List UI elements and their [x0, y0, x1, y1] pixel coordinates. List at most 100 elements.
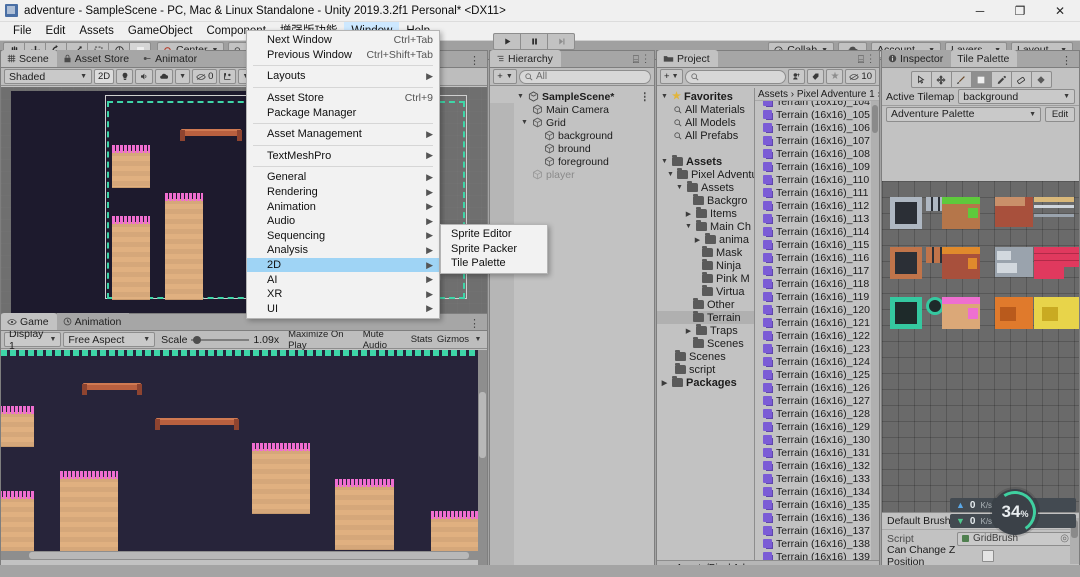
asset-row[interactable]: Terrain (16x16)_136: [755, 511, 871, 524]
hierarchy-row-samplescene[interactable]: ▼ SampleScene* ⋮: [490, 90, 654, 103]
palette-tile[interactable]: [1000, 307, 1016, 321]
project-tree-script[interactable]: script: [657, 363, 754, 376]
menu-item-package-manager[interactable]: Package Manager: [247, 105, 439, 120]
display-dropdown[interactable]: Display 1 ▼: [4, 328, 62, 352]
hierarchy-row-background[interactable]: background: [490, 129, 654, 142]
menu-item-general[interactable]: General ▶: [247, 170, 439, 185]
menu-item-audio[interactable]: Audio ▶: [247, 214, 439, 229]
palette-tile[interactable]: [1034, 247, 1079, 267]
tile-palette-menu-icon[interactable]: ⋮: [1055, 54, 1079, 67]
project-asset-list[interactable]: Assets › Pixel Adventure 1 › As Terrain …: [755, 88, 879, 560]
palette-tile[interactable]: [890, 247, 922, 279]
tab-game[interactable]: Game: [1, 313, 57, 330]
asset-row[interactable]: Terrain (16x16)_117: [755, 264, 871, 277]
asset-row[interactable]: Terrain (16x16)_123: [755, 342, 871, 355]
asset-row[interactable]: Terrain (16x16)_109: [755, 160, 871, 173]
create-asset-button[interactable]: + ▼: [660, 69, 683, 84]
project-tree-terrain[interactable]: Terrain: [657, 311, 754, 324]
menu-item-ai[interactable]: AI ▶: [247, 272, 439, 287]
menu-item-sprite-packer[interactable]: Sprite Packer: [441, 242, 547, 257]
expand-arrow-icon[interactable]: ▶: [684, 210, 693, 218]
project-tree-animations[interactable]: ▶ anima: [657, 233, 754, 246]
pause-button[interactable]: [520, 32, 548, 50]
asset-row[interactable]: Terrain (16x16)_138: [755, 537, 871, 550]
palette-tile[interactable]: [997, 251, 1011, 260]
asset-row[interactable]: Terrain (16x16)_104: [755, 101, 871, 108]
asset-row[interactable]: Terrain (16x16)_114: [755, 225, 871, 238]
project-list-scrollbar[interactable]: [871, 101, 879, 560]
asset-row[interactable]: Terrain (16x16)_132: [755, 459, 871, 472]
asset-row[interactable]: Terrain (16x16)_111: [755, 186, 871, 199]
shading-mode-dropdown[interactable]: Shaded ▼: [4, 69, 92, 84]
maximize-button[interactable]: ❐: [1000, 0, 1040, 22]
scale-slider-knob[interactable]: [193, 335, 202, 344]
project-tree-traps[interactable]: ▶ Traps: [657, 324, 754, 337]
project-tree-pink-man[interactable]: Pink M: [657, 272, 754, 285]
tab-hierarchy[interactable]: Hierarchy: [490, 50, 561, 67]
mute-audio-button[interactable]: Mute Audio: [360, 329, 407, 351]
palette-tile[interactable]: [942, 247, 980, 254]
hierarchy-row-foreground[interactable]: foreground: [490, 155, 654, 168]
hierarchy-lock-and-menu[interactable]: ⌸ ⋮: [627, 54, 654, 67]
expand-arrow-icon[interactable]: ▶: [684, 327, 693, 335]
palette-tile[interactable]: [968, 308, 978, 319]
expand-arrow-icon[interactable]: ▼: [684, 223, 693, 230]
project-scroll-thumb[interactable]: [872, 105, 878, 133]
menu-item-animation[interactable]: Animation ▶: [247, 199, 439, 214]
menu-item-sprite-editor[interactable]: Sprite Editor: [441, 227, 547, 242]
gizmos-button[interactable]: Gizmos: [436, 332, 470, 347]
palette-tile[interactable]: [997, 263, 1017, 273]
tab-inspector[interactable]: Inspector: [882, 50, 952, 67]
expand-arrow-icon[interactable]: ▼: [660, 158, 669, 165]
game-panel-menu-icon[interactable]: ⋮: [463, 317, 487, 330]
tab-animator[interactable]: Animator: [137, 50, 206, 67]
gizmos-dropdown[interactable]: ▼: [472, 332, 484, 347]
object-picker-icon[interactable]: ◎: [1060, 533, 1069, 544]
collab-progress-widget[interactable]: 34%: [990, 487, 1040, 537]
palette-tile[interactable]: [1034, 214, 1074, 217]
asset-row[interactable]: Terrain (16x16)_106: [755, 121, 871, 134]
picker-tool-button[interactable]: [990, 71, 1012, 88]
eraser-tool-button[interactable]: [1010, 71, 1032, 88]
fill-tool-button[interactable]: [1030, 71, 1052, 88]
toggle-2d-button[interactable]: 2D: [94, 69, 115, 84]
project-tree-packages[interactable]: ▶ Packages: [657, 376, 754, 389]
asset-row[interactable]: Terrain (16x16)_122: [755, 329, 871, 342]
hierarchy-row-bround[interactable]: bround: [490, 142, 654, 155]
menu-item-asset-store[interactable]: Asset Store Ctrl+9: [247, 91, 439, 106]
menu-edit[interactable]: Edit: [39, 22, 73, 41]
menu-item-ui[interactable]: UI ▶: [247, 302, 439, 317]
project-tree-items[interactable]: ▶ Items: [657, 207, 754, 220]
palette-tile[interactable]: [1042, 307, 1058, 321]
palette-tile[interactable]: [1034, 267, 1064, 279]
palette-tile[interactable]: [995, 197, 1025, 206]
stats-button[interactable]: Stats: [409, 332, 434, 347]
asset-row[interactable]: Terrain (16x16)_115: [755, 238, 871, 251]
game-horizontal-scrollbar[interactable]: [1, 551, 487, 560]
scene-fx-icon[interactable]: [155, 69, 174, 84]
asset-row[interactable]: Terrain (16x16)_129: [755, 420, 871, 433]
menu-item-previous-window[interactable]: Previous Window Ctrl+Shift+Tab: [247, 48, 439, 63]
asset-row[interactable]: Terrain (16x16)_118: [755, 277, 871, 290]
palette-tile[interactable]: [1034, 205, 1074, 208]
scene-hidden-objects-button[interactable]: 0: [192, 69, 218, 84]
asset-row[interactable]: Terrain (16x16)_107: [755, 134, 871, 147]
asset-row[interactable]: Terrain (16x16)_137: [755, 524, 871, 537]
game-canvas[interactable]: [1, 350, 487, 560]
scene-gizmos-button[interactable]: [219, 69, 237, 84]
play-button[interactable]: [493, 32, 521, 50]
box-fill-tool-button[interactable]: [970, 71, 992, 88]
menu-item-rendering[interactable]: Rendering ▶: [247, 185, 439, 200]
scene-lighting-icon[interactable]: [116, 69, 134, 84]
project-tree-other[interactable]: Other: [657, 298, 754, 311]
aspect-ratio-dropdown[interactable]: Free Aspect ▼: [63, 332, 156, 347]
scene-panel-menu-icon[interactable]: ⋮: [463, 54, 487, 67]
create-gameobject-button[interactable]: + ▼: [493, 69, 517, 84]
scene-fx-dropdown[interactable]: ▼: [175, 69, 191, 84]
palette-tile[interactable]: [942, 297, 980, 304]
tab-project[interactable]: Project: [657, 50, 718, 67]
asset-row[interactable]: Terrain (16x16)_108: [755, 147, 871, 160]
tab-scene[interactable]: Scene: [1, 50, 57, 67]
menu-item-2d[interactable]: 2D ▶: [247, 257, 439, 273]
project-tree-mask[interactable]: Mask: [657, 246, 754, 259]
